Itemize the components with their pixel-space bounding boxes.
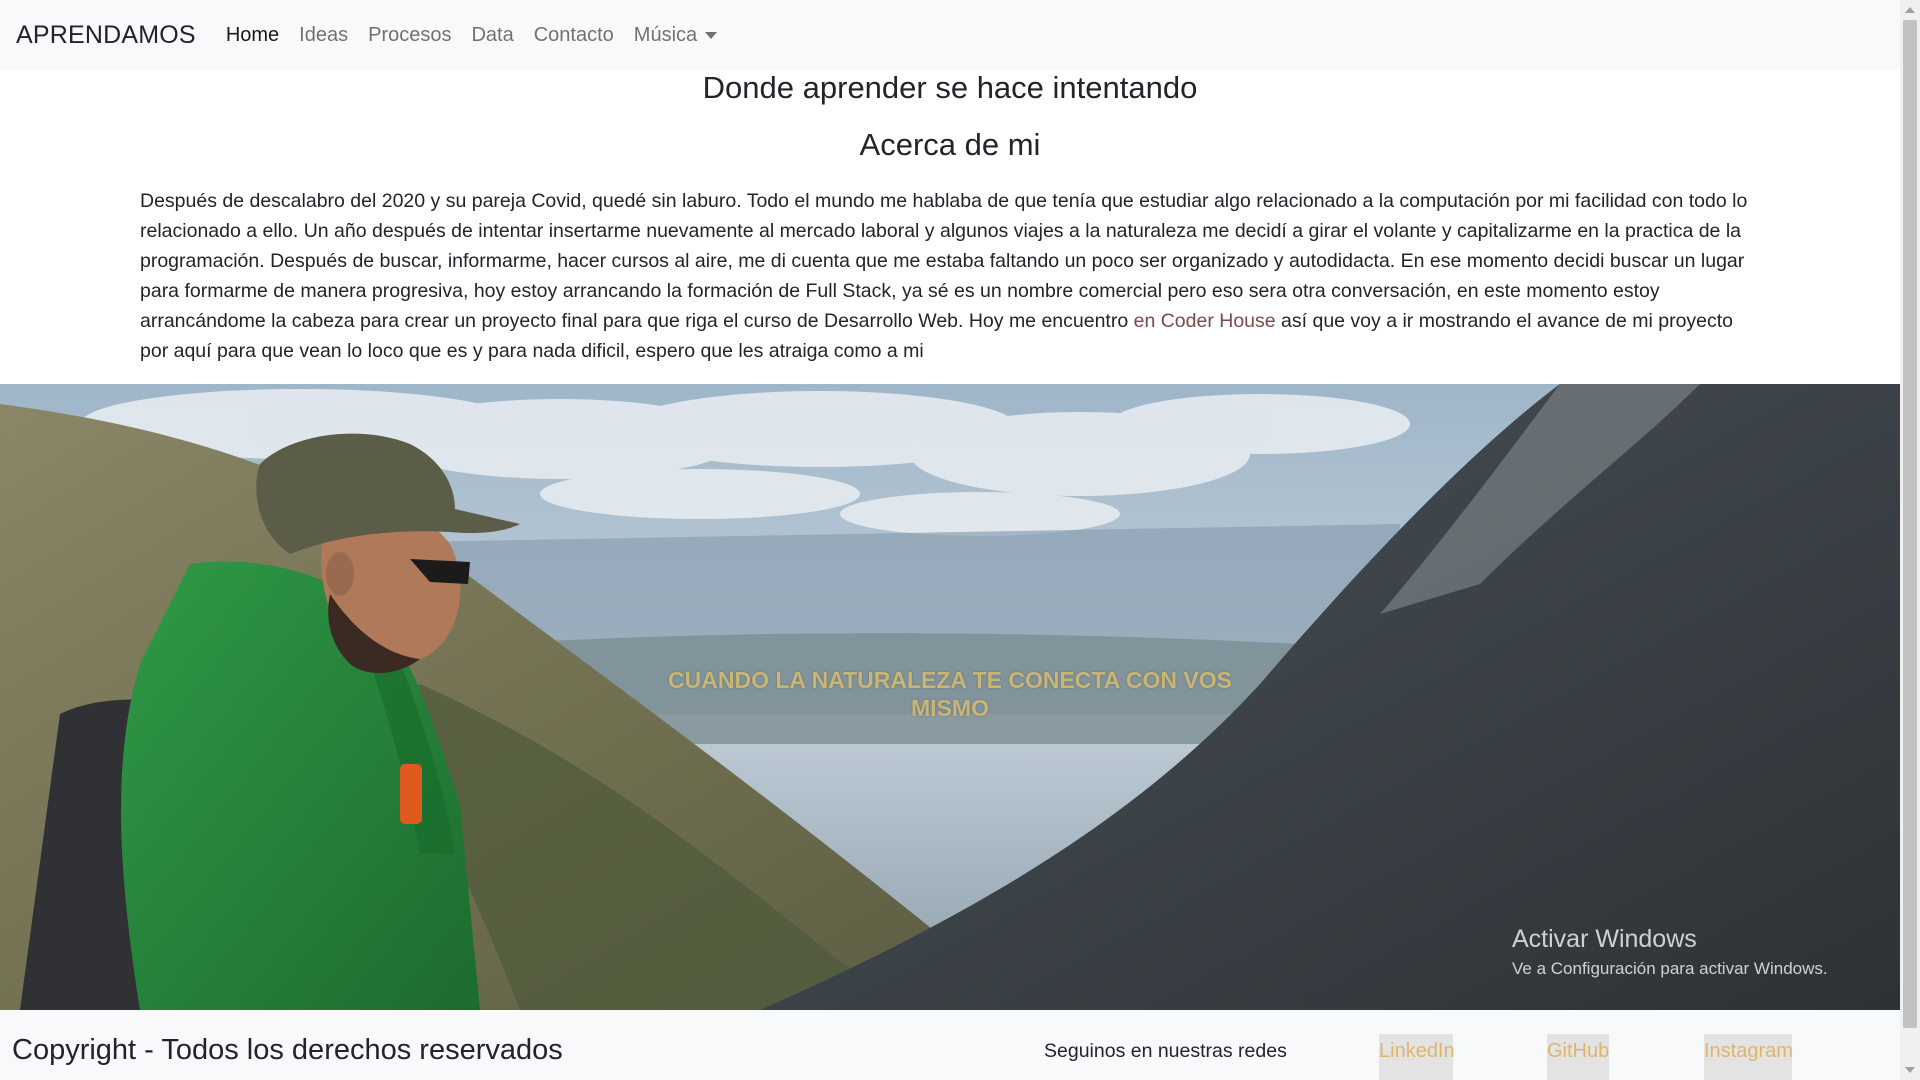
nav-link-data[interactable]: Data bbox=[471, 24, 513, 47]
nav-link-ideas[interactable]: Ideas bbox=[299, 24, 348, 47]
nav-dropdown-musica-label: Música bbox=[633, 23, 698, 46]
nav-links: Home Ideas Procesos Data Contacto Música bbox=[226, 24, 737, 47]
nav-link-home[interactable]: Home bbox=[226, 24, 279, 47]
nav-link-contacto[interactable]: Contacto bbox=[534, 24, 614, 47]
footer: Copyright - Todos los derechos reservado… bbox=[0, 1010, 1900, 1080]
arrow-down-icon bbox=[1905, 1067, 1915, 1073]
arrow-up-icon bbox=[1905, 7, 1915, 13]
about-paragraph: Después de descalabro del 2020 y su pare… bbox=[140, 186, 1762, 366]
coder-house-link[interactable]: en Coder House bbox=[1134, 310, 1276, 332]
nav-link-procesos[interactable]: Procesos bbox=[368, 24, 451, 47]
page-title: Donde aprender se hace intentando bbox=[702, 70, 1198, 105]
scrollbar-thumb[interactable] bbox=[1903, 20, 1917, 1028]
chevron-down-icon bbox=[705, 31, 718, 39]
vertical-scrollbar[interactable] bbox=[1900, 0, 1920, 1080]
section-title: Acerca de mi bbox=[859, 127, 1041, 162]
linkedin-link[interactable]: LinkedIn bbox=[1379, 1034, 1455, 1080]
instagram-link[interactable]: Instagram bbox=[1704, 1034, 1793, 1080]
scroll-down-button[interactable] bbox=[1900, 1060, 1920, 1080]
github-link[interactable]: GitHub bbox=[1547, 1034, 1609, 1080]
social-label: Seguinos en nuestras redes bbox=[1044, 1040, 1287, 1062]
windows-activation-subtitle: Ve a Configuración para activar Windows. bbox=[1512, 959, 1828, 978]
hero-image: CUANDO LA NATURALEZA TE CONECTA CON VOS … bbox=[0, 384, 1900, 1010]
brand-logo[interactable]: APRENDAMOS bbox=[16, 21, 196, 50]
scroll-up-button[interactable] bbox=[1900, 0, 1920, 20]
navbar: APRENDAMOS Home Ideas Procesos Data Cont… bbox=[0, 0, 1900, 70]
windows-activation-title: Activar Windows bbox=[1512, 925, 1697, 953]
hero-caption: CUANDO LA NATURALEZA TE CONECTA CON VOS … bbox=[668, 667, 1232, 721]
nav-dropdown-musica[interactable]: Música bbox=[633, 23, 718, 47]
copyright-text: Copyright - Todos los derechos reservado… bbox=[12, 1034, 563, 1066]
